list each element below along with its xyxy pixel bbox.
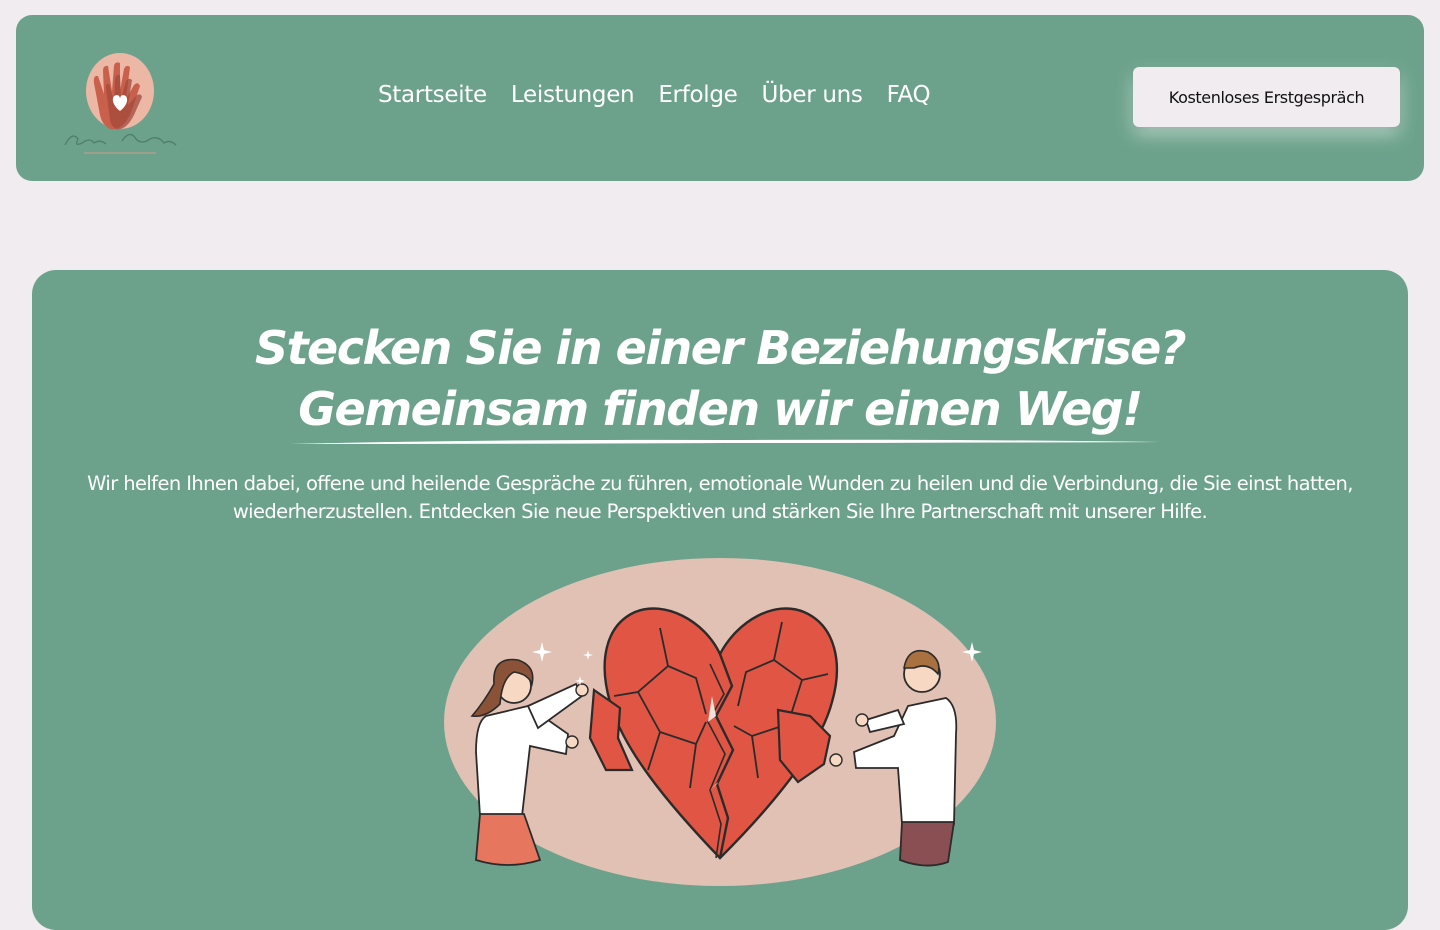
hands-heart-logo-icon (64, 53, 177, 154)
nav-startseite[interactable]: Startseite (378, 82, 487, 108)
brand-logo[interactable] (60, 49, 180, 159)
hero-title-line1: Stecken Sie in einer Beziehungskrise? (254, 321, 1187, 375)
hero-section: Stecken Sie in einer Beziehungskrise? Ge… (32, 270, 1408, 930)
hero-title: Stecken Sie in einer Beziehungskrise? Ge… (32, 318, 1408, 440)
nav-leistungen[interactable]: Leistungen (511, 82, 635, 108)
free-consultation-button[interactable]: Kostenloses Erstgespräch (1133, 67, 1400, 127)
broken-heart-couple-illustration (442, 556, 998, 888)
nav-ueber-uns[interactable]: Über uns (762, 82, 863, 108)
nav-faq[interactable]: FAQ (887, 82, 931, 108)
hero-title-line2: Gemeinsam finden wir einen Weg! (298, 382, 1143, 436)
hero-subtitle: Wir helfen Ihnen dabei, offene und heile… (87, 472, 1353, 523)
site-header: Startseite Leistungen Erfolge Über uns F… (16, 15, 1424, 181)
main-nav: Startseite Leistungen Erfolge Über uns F… (378, 82, 931, 108)
nav-erfolge[interactable]: Erfolge (658, 82, 738, 108)
broken-heart-icon (444, 558, 996, 886)
title-underline (290, 439, 1160, 444)
